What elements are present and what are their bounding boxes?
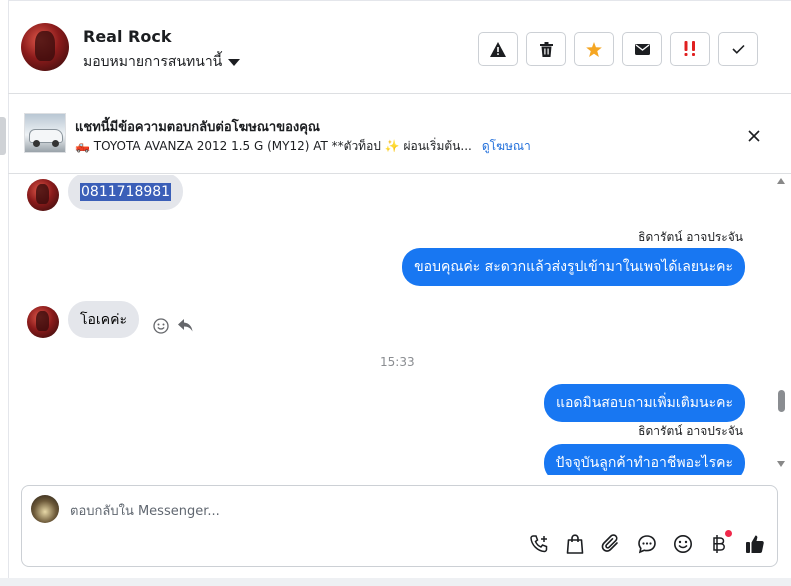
shop-button[interactable]	[564, 533, 586, 555]
conversation-header: Real Rock มอบหมายการสนทนานี้	[8, 0, 791, 94]
scroll-up-arrow[interactable]	[777, 178, 785, 184]
reply-icon[interactable]	[178, 319, 193, 332]
call-button[interactable]	[528, 533, 550, 555]
like-button[interactable]	[744, 533, 766, 555]
outgoing-message[interactable]: ปัจจุบันลูกค้าทำอาชีพอะไรคะ	[543, 444, 745, 475]
outgoing-message[interactable]: ขอบคุณค่ะ สะดวกแล้วส่งรูปเข้ามาในเพจได้เ…	[402, 248, 745, 286]
mail-icon	[634, 43, 650, 55]
reply-composer	[21, 485, 778, 567]
chat-bubble-icon	[638, 535, 656, 554]
incoming-message[interactable]: 0811718981	[68, 175, 184, 210]
star-icon	[586, 41, 602, 57]
contact-name[interactable]: Real Rock	[83, 27, 171, 46]
reply-input[interactable]	[70, 501, 720, 521]
notification-dot	[725, 530, 732, 537]
emoji-button[interactable]	[672, 533, 694, 555]
report-spam-button[interactable]	[478, 32, 518, 66]
baht-icon	[713, 535, 725, 553]
close-banner-button[interactable]	[743, 125, 765, 147]
ad-name: 🛻 TOYOTA AVANZA 2012 1.5 G (MY12) AT **ต…	[75, 139, 472, 153]
view-ad-link[interactable]: ดูโฆษณา	[482, 137, 531, 156]
mark-important-button[interactable]	[670, 32, 710, 66]
shopping-bag-icon	[566, 534, 584, 554]
ad-reply-banner: แชทนี้มีข้อความตอบกลับต่อโฆษณาของคุณ 🛻 T…	[8, 94, 791, 174]
side-panel-handle[interactable]	[0, 117, 6, 155]
emoji-icon	[674, 535, 692, 553]
bottom-edge	[0, 578, 791, 586]
scroll-down-arrow[interactable]	[777, 461, 785, 467]
chevron-down-icon	[228, 59, 241, 66]
close-icon	[748, 130, 760, 142]
important-icon	[684, 41, 695, 56]
incoming-message[interactable]: โอเคค่ะ	[68, 301, 139, 338]
warning-icon	[490, 41, 506, 57]
page-avatar	[31, 495, 59, 523]
mark-unread-button[interactable]	[622, 32, 662, 66]
conversation-panel: Real Rock มอบหมายการสนทนานี้ แชทนี้มีข้อ…	[0, 0, 791, 586]
check-icon	[731, 44, 745, 54]
message-text: 0811718981	[80, 182, 172, 201]
assign-conversation-dropdown[interactable]: มอบหมายการสนทนานี้	[83, 51, 241, 73]
message-thread[interactable]: 0811718981 ธิดารัตน์ อาจประจัน ขอบคุณค่ะ…	[8, 175, 783, 475]
contact-avatar-small[interactable]	[27, 306, 59, 338]
star-button[interactable]	[574, 32, 614, 66]
saved-replies-button[interactable]	[636, 533, 658, 555]
contact-avatar-small[interactable]	[27, 179, 59, 211]
sender-name: ธิดารัตน์ อาจประจัน	[638, 424, 743, 438]
mark-done-button[interactable]	[718, 32, 758, 66]
message-timestamp: 15:33	[380, 355, 415, 369]
ad-banner-title: แชทนี้มีข้อความตอบกลับต่อโฆษณาของคุณ	[75, 120, 320, 135]
scrollbar-thumb[interactable]	[778, 390, 785, 412]
ad-banner-subtitle: 🛻 TOYOTA AVANZA 2012 1.5 G (MY12) AT **ต…	[75, 137, 531, 156]
react-emoji-icon[interactable]	[153, 318, 169, 334]
contact-avatar[interactable]	[21, 23, 69, 71]
attachment-icon	[601, 534, 618, 552]
call-add-icon	[530, 535, 548, 553]
assign-label: มอบหมายการสนทนานี้	[83, 54, 223, 70]
thumbs-up-icon	[746, 535, 764, 553]
ad-thumbnail[interactable]	[24, 113, 66, 153]
delete-button[interactable]	[526, 32, 566, 66]
attach-button[interactable]	[600, 533, 622, 555]
sender-name: ธิดารัตน์ อาจประจัน	[638, 230, 743, 244]
trash-icon	[539, 41, 553, 57]
outgoing-message[interactable]: แอดมินสอบถามเพิ่มเติมนะคะ	[543, 384, 745, 422]
